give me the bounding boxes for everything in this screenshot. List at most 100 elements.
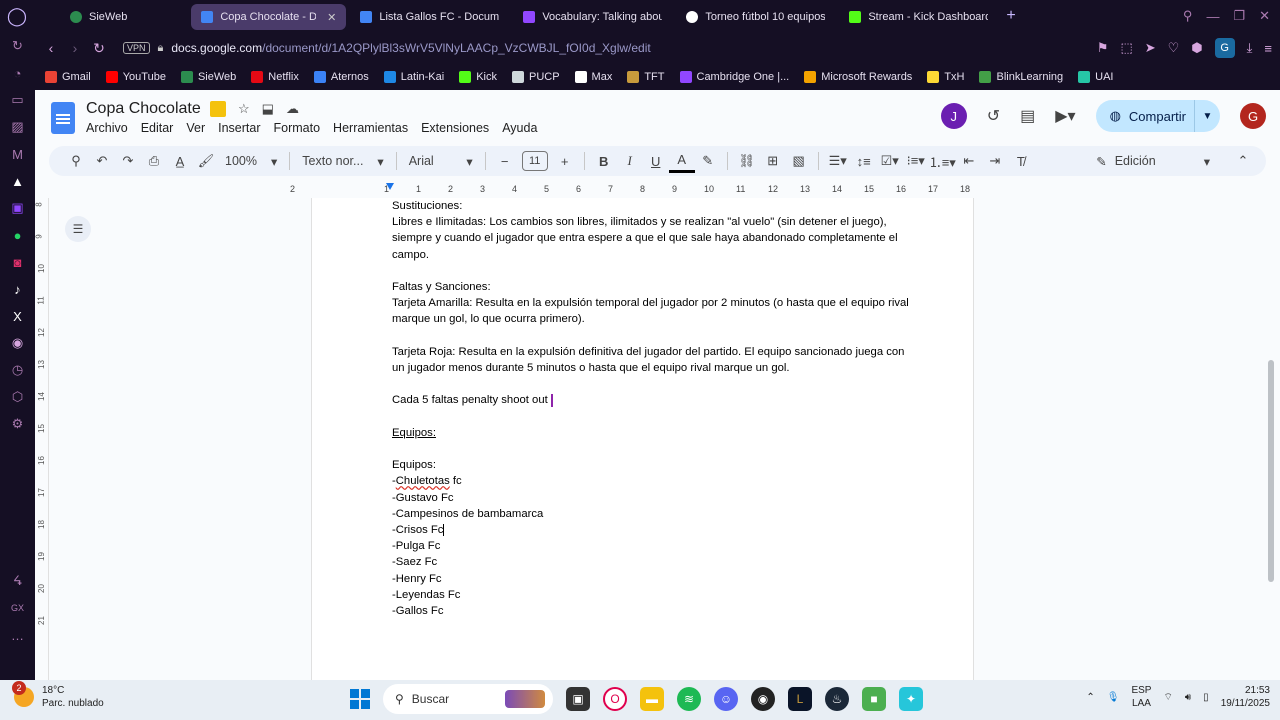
tab-kick[interactable]: Stream - Kick Dashboard bbox=[839, 4, 998, 30]
language-indicator[interactable]: ESP LAA bbox=[1131, 684, 1151, 710]
vpn-badge[interactable]: VPN bbox=[123, 42, 150, 54]
download-icon[interactable]: ⤓ bbox=[1247, 40, 1253, 56]
forward-icon[interactable]: › bbox=[63, 40, 87, 56]
reload-page-icon[interactable]: ↻ bbox=[87, 40, 111, 57]
opera-gx-icon[interactable]: O bbox=[603, 687, 627, 711]
tab-torneo[interactable]: Torneo fútbol 10 equipos bbox=[676, 4, 835, 30]
whatsapp-icon[interactable]: ● bbox=[8, 227, 28, 243]
search-menus-icon[interactable]: ⚲ bbox=[63, 149, 89, 173]
bookmark-item[interactable]: SieWeb bbox=[180, 71, 236, 83]
opera-logo-icon[interactable]: ◯ bbox=[0, 0, 34, 32]
move-folder-icon[interactable]: ⬓ bbox=[262, 101, 274, 117]
comment-icon[interactable]: ⊞ bbox=[760, 149, 786, 173]
italic-icon[interactable]: I bbox=[617, 149, 643, 173]
bookmark-item[interactable]: Max bbox=[574, 71, 612, 83]
bookmark-item[interactable]: TFT bbox=[627, 71, 665, 83]
history-icon[interactable]: ◷ bbox=[8, 362, 28, 378]
tab-copa-chocolate[interactable]: Copa Chocolate - Docum ✕ bbox=[191, 4, 347, 30]
bold-icon[interactable]: B bbox=[591, 149, 617, 173]
vertical-ruler[interactable]: 8 9 10 11 12 13 14 15 16 17 18 19 20 21 bbox=[35, 198, 49, 680]
link-icon[interactable]: ⛓ bbox=[734, 149, 760, 173]
send-icon[interactable]: ➤ bbox=[1145, 40, 1156, 56]
close-window-icon[interactable]: ✕ bbox=[1259, 8, 1270, 24]
font-select[interactable]: Arial ▾ bbox=[403, 154, 479, 169]
profile-avatar[interactable]: G bbox=[1214, 38, 1235, 58]
bookmark-item[interactable]: Microsoft Rewards bbox=[804, 71, 912, 83]
bag-icon[interactable]: ▭ bbox=[8, 92, 28, 108]
maximize-icon[interactable]: ❐ bbox=[1233, 8, 1245, 24]
horizontal-ruler[interactable]: 2 1 1 2 3 4 5 6 7 8 9 10 11 12 13 14 15 16 17 18 bbox=[35, 182, 1280, 198]
spotify-icon[interactable]: ◉ bbox=[8, 335, 28, 351]
font-size-input[interactable]: 11 bbox=[521, 151, 548, 171]
discord-icon[interactable]: ☺ bbox=[714, 687, 738, 711]
undo-icon[interactable]: ↶ bbox=[89, 149, 115, 173]
cloud-saved-icon[interactable]: ☁ bbox=[286, 101, 299, 117]
obs-icon[interactable]: ◉ bbox=[751, 687, 775, 711]
bookmark-item[interactable]: UAI bbox=[1078, 71, 1113, 83]
comments-icon[interactable]: ▤ bbox=[1020, 106, 1035, 126]
twitch-icon[interactable]: ▣ bbox=[8, 200, 28, 216]
bookmark-item[interactable]: Latin-Kai bbox=[383, 71, 444, 83]
editing-mode-select[interactable]: ✎ Edición ▾ bbox=[1096, 154, 1210, 169]
menu-icon[interactable]: ≡ bbox=[1264, 41, 1272, 56]
lock-icon[interactable]: 🔒︎ bbox=[158, 42, 164, 55]
document-outline-icon[interactable]: ☰ bbox=[65, 216, 91, 242]
minecraft-icon[interactable]: ■ bbox=[862, 687, 886, 711]
bookmark-item[interactable]: TxH bbox=[927, 71, 964, 83]
align-icon[interactable]: ☰▾ bbox=[825, 149, 851, 173]
meet-icon[interactable]: ▶▾ bbox=[1055, 106, 1075, 126]
bullet-list-icon[interactable]: ⁝≡▾ bbox=[903, 149, 929, 173]
file-explorer-icon[interactable]: ▬ bbox=[640, 687, 664, 711]
misspelled-word[interactable]: Chuletotas bbox=[396, 475, 450, 487]
microphone-icon[interactable]: 🎙︎ bbox=[1107, 692, 1120, 703]
mail-icon[interactable]: M bbox=[8, 146, 28, 162]
increase-font-icon[interactable]: + bbox=[552, 149, 578, 173]
search-tabs-icon[interactable]: ⚲ bbox=[1183, 8, 1193, 24]
menu-archivo[interactable]: Archivo bbox=[86, 121, 128, 135]
print-icon[interactable]: ⎙ bbox=[141, 149, 167, 173]
spotify-icon[interactable]: ≋ bbox=[677, 687, 701, 711]
bookmark-item[interactable]: PUCP bbox=[511, 71, 560, 83]
share-button[interactable]: ◍ Compartir ▼ bbox=[1095, 100, 1220, 132]
pin-icon[interactable]: ⚑ bbox=[1097, 40, 1109, 56]
account-avatar[interactable]: G bbox=[1240, 103, 1266, 129]
weather-widget[interactable]: 2 18°C Parc. nublado bbox=[12, 681, 104, 710]
tab-lista-gallos[interactable]: Lista Gallos FC - Docume bbox=[350, 4, 509, 30]
tab-sieweb[interactable]: SieWeb bbox=[60, 4, 137, 30]
share-dropdown-icon[interactable]: ▼ bbox=[1194, 100, 1220, 132]
new-tab-icon[interactable]: + bbox=[1006, 7, 1015, 25]
pen-icon[interactable]: ▨ bbox=[8, 119, 28, 135]
increase-indent-icon[interactable]: ⇥ bbox=[982, 149, 1008, 173]
menu-ayuda[interactable]: Ayuda bbox=[502, 121, 537, 135]
reload-icon[interactable]: ↻ bbox=[8, 38, 28, 54]
tiktok-icon[interactable]: ♪ bbox=[8, 281, 28, 297]
bookmark-item[interactable]: Gmail bbox=[45, 71, 91, 83]
text-color-icon[interactable]: A bbox=[668, 149, 695, 173]
style-select[interactable]: Texto nor... ▾ bbox=[296, 154, 389, 169]
league-icon[interactable]: L bbox=[788, 687, 812, 711]
spellcheck-icon[interactable]: A̲ bbox=[167, 149, 193, 173]
docs-logo-icon[interactable] bbox=[51, 102, 75, 134]
decrease-indent-icon[interactable]: ⇤ bbox=[956, 149, 982, 173]
minimize-icon[interactable]: — bbox=[1206, 9, 1219, 24]
line-spacing-icon[interactable]: ↕≡ bbox=[851, 149, 877, 173]
map-app-icon[interactable]: ✦ bbox=[899, 687, 923, 711]
x-icon[interactable]: X bbox=[8, 308, 28, 324]
decrease-font-icon[interactable]: − bbox=[492, 149, 518, 173]
tray-overflow-icon[interactable]: ⌃ bbox=[1086, 692, 1094, 703]
document-body[interactable]: Sustituciones: Libres e Ilimitadas: Los … bbox=[392, 198, 912, 619]
wifi-icon[interactable]: ⌔ bbox=[1163, 691, 1172, 704]
extensions-icon[interactable]: ⬡ bbox=[8, 389, 28, 405]
document-title[interactable]: Copa Chocolate bbox=[86, 100, 201, 118]
menu-herramientas[interactable]: Herramientas bbox=[333, 121, 408, 135]
hook-icon[interactable]: ᖧ bbox=[8, 573, 28, 589]
collaborator-avatar[interactable]: J bbox=[940, 103, 967, 129]
bookmark-item[interactable]: Cambridge One |... bbox=[679, 71, 789, 83]
offline-icon[interactable] bbox=[210, 101, 226, 117]
aria-icon[interactable]: ▲ bbox=[8, 173, 28, 189]
puzzle-icon[interactable]: ⬢ bbox=[1191, 40, 1202, 56]
tab-vocabulary[interactable]: Vocabulary: Talking abou bbox=[513, 4, 672, 30]
menu-extensiones[interactable]: Extensiones bbox=[421, 121, 489, 135]
redo-icon[interactable]: ↷ bbox=[115, 149, 141, 173]
bookmark-item[interactable]: Aternos bbox=[313, 71, 369, 83]
